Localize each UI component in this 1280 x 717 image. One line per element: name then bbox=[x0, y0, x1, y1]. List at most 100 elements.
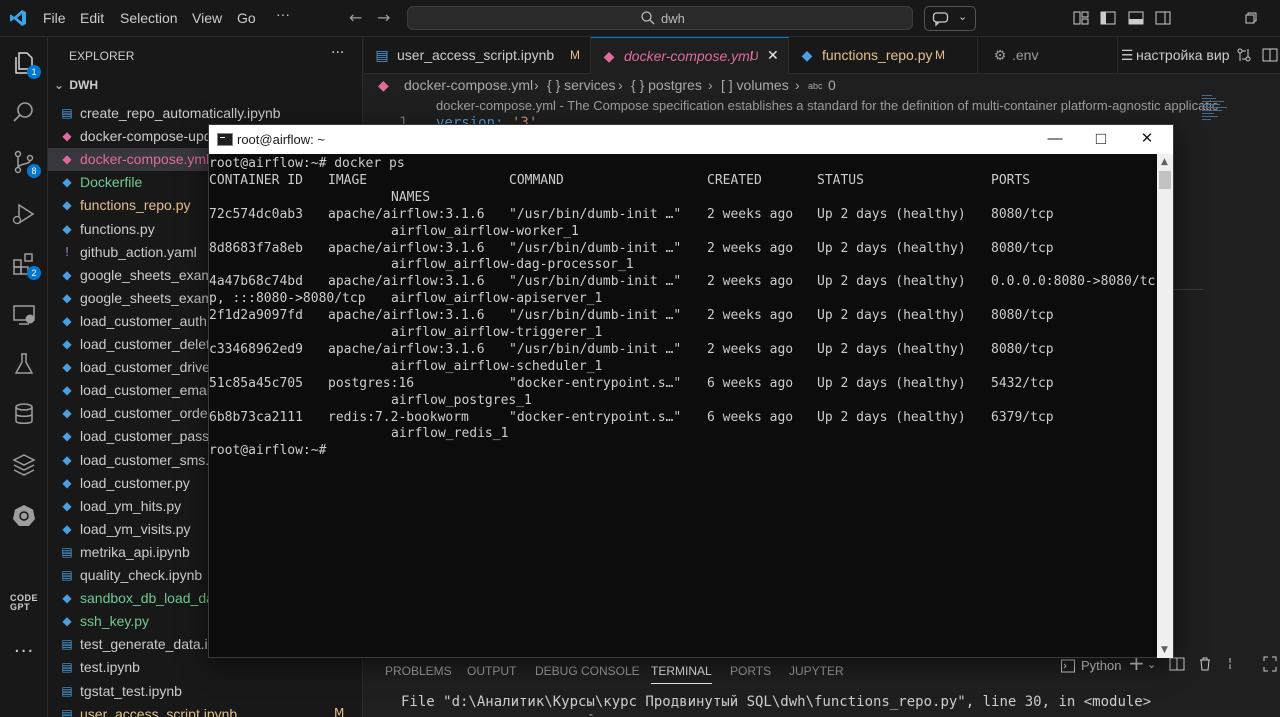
yaml-icon: ! bbox=[64, 244, 70, 259]
run-debug-icon[interactable] bbox=[11, 201, 37, 227]
menu-selection[interactable]: Selection bbox=[120, 10, 178, 26]
container-image: apache/airflow:3.1.6 bbox=[328, 240, 485, 256]
breadcrumb-volumes[interactable]: [ ] volumes bbox=[721, 77, 789, 93]
column-header: STATUS bbox=[817, 172, 864, 188]
tab-nastroika[interactable]: ☰ настройка вир bbox=[1118, 37, 1230, 74]
split-terminal-icon[interactable] bbox=[1169, 656, 1185, 672]
tab-jupyter[interactable]: JUPYTER bbox=[789, 664, 844, 678]
container-id: 2f1d2a9097fd bbox=[209, 308, 303, 324]
container-ports: 0.0.0.0:8080->8080/tc bbox=[991, 274, 1156, 290]
file-name: functions.py bbox=[80, 220, 155, 237]
tab-label: настройка вир bbox=[1136, 47, 1230, 63]
tab-output[interactable]: OUTPUT bbox=[467, 664, 516, 678]
markdown-icon: ☰ bbox=[1120, 48, 1134, 64]
menu-go[interactable]: Go bbox=[237, 10, 256, 26]
forward-arrow-icon[interactable]: → bbox=[377, 8, 390, 27]
remote-explorer-icon[interactable] bbox=[11, 302, 37, 328]
breadcrumb-file[interactable]: docker-compose.yml bbox=[404, 77, 533, 93]
console-scrollbar[interactable]: ▲ ▼ bbox=[1157, 154, 1173, 658]
split-editor-icon[interactable] bbox=[1262, 47, 1278, 63]
terminal-python-label[interactable]: Python bbox=[1081, 658, 1121, 673]
file-item[interactable]: ▤ tgstat_test.ipynb bbox=[48, 680, 362, 703]
docker-icon: ◆ bbox=[62, 152, 72, 167]
python-icon: ◆ bbox=[62, 221, 72, 236]
maximize-button[interactable]: □ bbox=[1078, 125, 1124, 154]
tab-user-access-script[interactable]: ▤ user_access_script.ipynb M bbox=[364, 37, 591, 74]
database-icon[interactable] bbox=[11, 401, 37, 427]
command-center-search[interactable]: dwh bbox=[407, 6, 913, 30]
scroll-thumb[interactable] bbox=[1159, 171, 1171, 189]
file-item[interactable]: ▤ test.ipynb bbox=[48, 656, 362, 679]
maximize-panel-icon[interactable] bbox=[1263, 656, 1277, 672]
file-name: user_access_script.ipynb bbox=[80, 705, 238, 717]
scroll-up-icon[interactable]: ▲ bbox=[1161, 157, 1168, 167]
terminal-command-line: root@airflow:~# docker ps bbox=[209, 155, 1157, 172]
minimize-button[interactable]: — bbox=[1032, 125, 1078, 154]
tab-problems[interactable]: PROBLEMS bbox=[385, 664, 452, 678]
tab-docker-compose[interactable]: ◆ docker-compose.yml U ✕ bbox=[591, 37, 789, 74]
tab-env[interactable]: ⚙ .env bbox=[978, 37, 1118, 74]
file-status: M bbox=[334, 705, 345, 717]
menu-more[interactable]: ··· bbox=[276, 6, 290, 22]
breadcrumb-postgres[interactable]: { } postgres bbox=[631, 77, 702, 93]
file-name: load_customer_delete bbox=[80, 336, 218, 352]
menu-edit[interactable]: Edit bbox=[80, 10, 104, 26]
menu-view[interactable]: View bbox=[192, 10, 222, 26]
menu-file[interactable]: File bbox=[43, 10, 66, 26]
explorer-more-icon[interactable]: ··· bbox=[331, 45, 344, 61]
trash-icon[interactable] bbox=[1197, 656, 1213, 672]
more-icon[interactable]: ¦ bbox=[1228, 656, 1232, 670]
table-row-names: airflow_airflow-triggerer_1 bbox=[209, 324, 1157, 341]
scroll-down-icon[interactable]: ▼ bbox=[1161, 645, 1168, 655]
tab-status: U bbox=[750, 49, 759, 63]
toggle-primary-sidebar-icon[interactable] bbox=[1100, 10, 1116, 26]
layers-icon[interactable] bbox=[11, 452, 37, 478]
container-ports: 5432/tcp bbox=[991, 375, 1054, 391]
file-name: google_sheets_examp bbox=[80, 289, 221, 306]
breadcrumb-services[interactable]: { } services bbox=[547, 77, 615, 93]
tab-debug-console[interactable]: DEBUG CONSOLE bbox=[535, 664, 640, 678]
kubernetes-icon[interactable] bbox=[11, 503, 37, 529]
search-icon[interactable] bbox=[11, 99, 37, 125]
table-row-names: airflow_redis_1 bbox=[209, 425, 1157, 442]
testing-flask-icon[interactable] bbox=[11, 351, 37, 377]
toggle-panel-icon[interactable] bbox=[1128, 10, 1144, 26]
back-arrow-icon[interactable]: ← bbox=[349, 8, 362, 27]
notebook-icon: ▤ bbox=[61, 683, 73, 698]
python-icon: ◆ bbox=[62, 198, 72, 213]
container-name: airflow_airflow-triggerer_1 bbox=[391, 325, 603, 340]
file-name: test.ipynb bbox=[80, 659, 140, 676]
tab-functions-repo[interactable]: ◆ functions_repo.py M bbox=[789, 37, 978, 74]
console-titlebar[interactable]: root@airflow: ~ — □ ✕ bbox=[209, 125, 1173, 154]
console-body[interactable]: root@airflow:~# docker ps CONTAINER ID IMA… bbox=[209, 154, 1157, 658]
codegpt-icon[interactable]: CODE GPT bbox=[10, 594, 38, 612]
tab-terminal[interactable]: TERMINAL bbox=[651, 664, 712, 684]
customize-layout-icon[interactable] bbox=[1073, 10, 1089, 26]
table-row-names: airflow_airflow-scheduler_1 bbox=[209, 358, 1157, 375]
toggle-secondary-sidebar-icon[interactable] bbox=[1155, 10, 1171, 26]
file-name: metrika_api.ipynb bbox=[80, 543, 190, 560]
compare-changes-icon[interactable] bbox=[1236, 47, 1252, 63]
minimap[interactable] bbox=[1202, 95, 1242, 145]
extensions-icon[interactable]: 2 bbox=[11, 251, 41, 280]
chevron-down-icon[interactable]: ⌄ bbox=[1147, 658, 1156, 671]
file-item[interactable]: ▤ create_repo_automatically.ipynb bbox=[48, 102, 362, 125]
file-name: load_customer_driver bbox=[80, 359, 215, 376]
source-control-icon[interactable]: 8 bbox=[11, 149, 41, 178]
tab-ports[interactable]: PORTS bbox=[730, 664, 771, 678]
scm-badge: 8 bbox=[27, 164, 41, 178]
chevron-down-icon: ⌄ bbox=[54, 78, 65, 92]
restore-window-icon[interactable] bbox=[1243, 10, 1259, 26]
more-views-icon[interactable]: ··· bbox=[14, 641, 34, 662]
container-name: airflow_airflow-dag-processor_1 bbox=[391, 257, 634, 273]
breadcrumb-index[interactable]: 0 bbox=[828, 77, 836, 93]
close-icon[interactable]: ✕ bbox=[767, 47, 779, 64]
python-icon: ◆ bbox=[62, 267, 72, 282]
explorer-icon[interactable]: 1 bbox=[11, 50, 41, 79]
copilot-button[interactable]: ⌄ bbox=[924, 6, 976, 31]
notebook-icon: ▤ bbox=[61, 706, 73, 717]
file-name: load_ym_visits.py bbox=[80, 520, 191, 537]
close-button[interactable]: ✕ bbox=[1124, 125, 1170, 154]
file-item[interactable]: ▤ user_access_script.ipynb M bbox=[48, 703, 362, 717]
folder-root[interactable]: ⌄ DWH bbox=[54, 78, 98, 92]
